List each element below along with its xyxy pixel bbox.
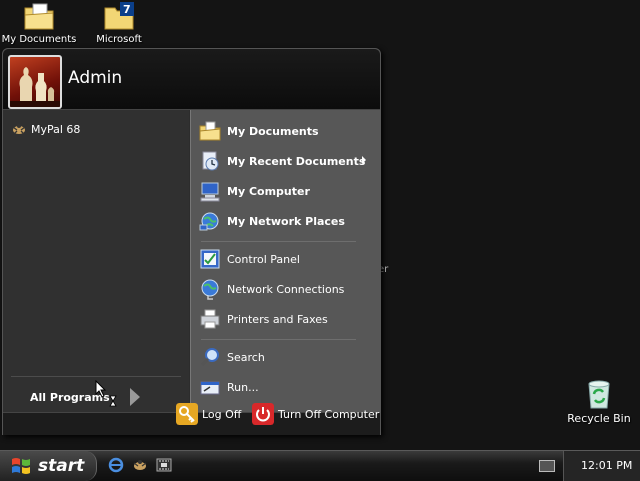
desktop-icon-recycle-bin[interactable]: Recycle Bin xyxy=(560,376,638,425)
desktop-icon-microsoft[interactable]: 7 Microsoft xyxy=(79,0,159,45)
menu-item-run[interactable]: Run... xyxy=(199,376,374,398)
menu-item-my-computer[interactable]: My Computer xyxy=(199,180,374,202)
svg-text:7: 7 xyxy=(123,3,131,16)
network-places-icon xyxy=(199,212,219,231)
menu-item-label: My Network Places xyxy=(227,214,345,228)
separator xyxy=(201,241,356,242)
menu-item-label: My Documents xyxy=(227,124,319,138)
all-programs-arrow-icon xyxy=(129,388,140,406)
menu-item-my-recent-documents[interactable]: My Recent Documents xyxy=(199,150,374,172)
my-documents-icon xyxy=(199,121,221,141)
start-menu: Admin MyPal 68 All Programs My Documents… xyxy=(2,48,381,435)
menu-item-my-network-places[interactable]: My Network Places xyxy=(199,210,374,232)
menu-item-label: Search xyxy=(227,350,265,364)
user-name: Admin xyxy=(68,68,123,88)
keyboard-tray-icon[interactable] xyxy=(539,460,555,472)
desktop-icon-label: Microsoft xyxy=(96,34,142,45)
user-avatar[interactable] xyxy=(8,55,62,109)
start-menu-places-pane: My Documents My Recent Documents My Comp… xyxy=(190,110,381,412)
mypal-quicklaunch-icon[interactable] xyxy=(132,457,148,473)
desktop-icon-my-documents[interactable]: My Documents xyxy=(0,0,79,45)
menu-item-label: Printers and Faxes xyxy=(227,312,328,326)
menu-item-my-documents[interactable]: My Documents xyxy=(199,120,374,142)
recent-documents-icon xyxy=(202,151,219,171)
my-documents-folder-icon xyxy=(24,3,54,30)
menu-item-label: My Computer xyxy=(227,184,310,198)
control-panel-icon xyxy=(200,249,220,269)
log-off-button[interactable]: Log Off xyxy=(176,403,241,425)
hourglass-icon xyxy=(109,395,117,407)
program-item-label: MyPal 68 xyxy=(31,122,81,136)
all-programs-button[interactable]: All Programs xyxy=(30,386,142,408)
desktop-icon-label: My Documents xyxy=(1,34,77,45)
menu-item-label: My Recent Documents xyxy=(227,154,366,168)
office-folder-icon: 7 xyxy=(104,2,134,30)
mypal-icon xyxy=(12,124,26,135)
mouse-cursor-icon xyxy=(95,380,107,398)
menu-item-control-panel[interactable]: Control Panel xyxy=(199,248,374,270)
chess-pieces-icon xyxy=(10,67,60,107)
menu-item-printers-and-faxes[interactable]: Printers and Faxes xyxy=(199,308,374,330)
start-menu-programs-pane: MyPal 68 All Programs xyxy=(3,110,189,412)
log-off-label: Log Off xyxy=(202,407,242,421)
key-icon xyxy=(176,403,198,425)
separator xyxy=(11,376,181,377)
start-label: start xyxy=(38,456,85,476)
network-connections-icon xyxy=(201,279,219,300)
internet-explorer-icon[interactable] xyxy=(108,457,124,473)
desktop-icon-label: Recycle Bin xyxy=(567,412,631,425)
start-button[interactable]: start xyxy=(0,451,97,481)
media-player-icon[interactable] xyxy=(156,457,172,473)
turn-off-computer-button[interactable]: Turn Off Computer xyxy=(252,403,379,425)
menu-item-network-connections[interactable]: Network Connections xyxy=(199,278,374,300)
power-icon xyxy=(252,403,274,425)
printer-icon xyxy=(200,309,220,329)
system-tray: 12:01 PM xyxy=(563,451,640,481)
submenu-arrow-icon xyxy=(362,156,366,164)
windows-logo-icon xyxy=(12,458,30,474)
clock[interactable]: 12:01 PM xyxy=(581,459,632,472)
turn-off-label: Turn Off Computer xyxy=(278,407,380,421)
start-menu-footer: Log Off Turn Off Computer xyxy=(3,403,380,435)
menu-item-label: Network Connections xyxy=(227,282,345,296)
separator xyxy=(201,339,356,340)
start-menu-header: Admin xyxy=(3,49,380,110)
menu-item-label: Run... xyxy=(227,380,259,394)
recycle-bin-icon xyxy=(588,380,610,409)
menu-item-search[interactable]: Search xyxy=(199,346,374,368)
search-icon xyxy=(200,348,219,367)
menu-item-label: Control Panel xyxy=(227,252,300,266)
taskbar: start 12:01 PM xyxy=(0,450,640,481)
my-computer-icon xyxy=(200,182,220,202)
program-item-mypal[interactable]: MyPal 68 xyxy=(11,121,80,137)
run-icon xyxy=(200,381,220,395)
